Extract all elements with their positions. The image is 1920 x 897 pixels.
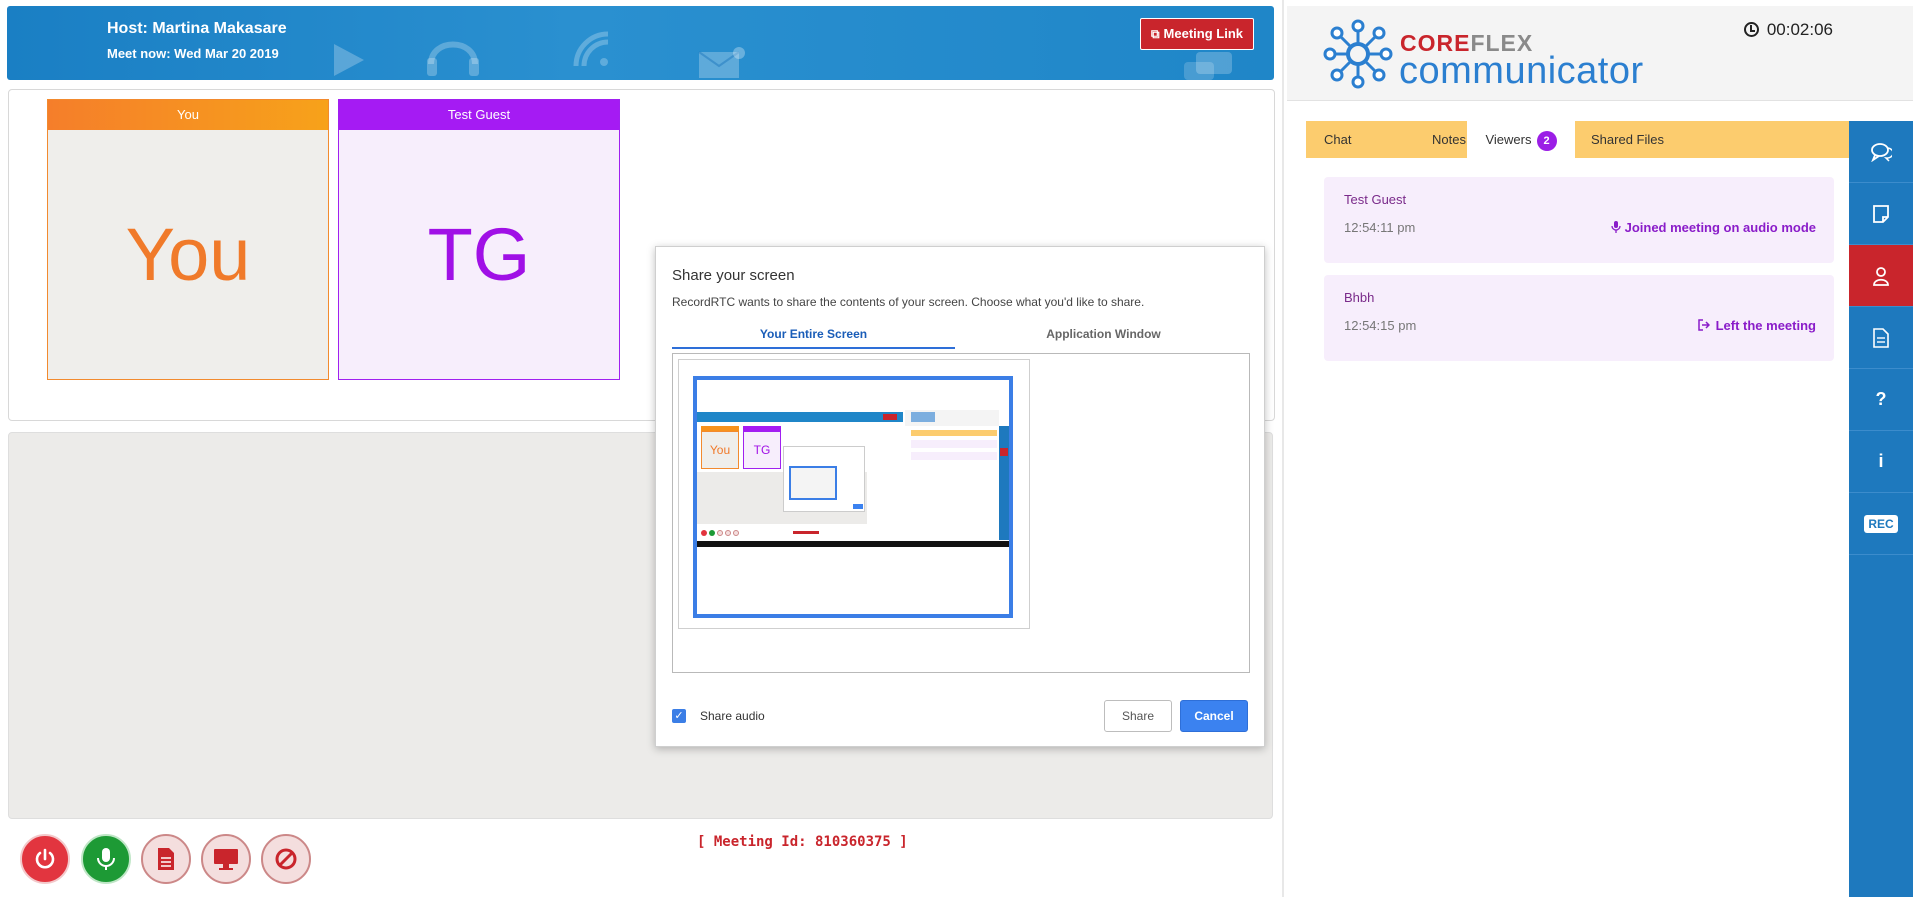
participant-initials: TG [339, 130, 619, 379]
block-icon [275, 848, 297, 870]
chat-icon [1871, 142, 1892, 162]
wifi-icon [573, 31, 609, 67]
power-icon [35, 848, 55, 869]
meeting-timer: 00:02:06 [1743, 20, 1833, 40]
share-screen-dialog: Share your screen RecordRTC wants to sha… [655, 246, 1265, 747]
mini-you-tile: You [701, 431, 739, 469]
host-name: Host: Martina Makasare [107, 20, 287, 37]
end-call-button[interactable] [20, 834, 70, 884]
tab-chat[interactable]: Chat [1324, 121, 1351, 158]
meet-now-date: Meet now: Wed Mar 20 2019 [107, 46, 279, 61]
microphone-icon [97, 848, 115, 870]
participant-tile-you[interactable]: You You [47, 99, 329, 380]
meeting-id: [ Meeting Id: 810360375 ] [697, 834, 908, 850]
participant-header: Test Guest [339, 100, 619, 130]
participant-header: You [48, 100, 328, 130]
viewer-status: Joined meeting on audio mode [1610, 220, 1816, 235]
viewer-status-text: Joined meeting on audio mode [1624, 220, 1816, 235]
tab-notes[interactable]: Notes [1432, 121, 1466, 158]
copy-icon: ⧉ [1150, 27, 1160, 41]
screen-thumbnail[interactable]: You TG [693, 376, 1013, 618]
tab-viewers[interactable]: Viewers 2 [1467, 121, 1575, 158]
sign-out-icon [1697, 319, 1710, 331]
share-audio-label: Share audio [700, 709, 765, 723]
side-nav-files[interactable] [1849, 307, 1913, 369]
cancel-button[interactable]: Cancel [1180, 700, 1248, 732]
rec-label: REC [1864, 514, 1898, 533]
user-icon [1873, 266, 1889, 286]
share-audio-checkbox[interactable]: ✓ [672, 709, 686, 723]
dialog-description: RecordRTC wants to share the contents of… [672, 295, 1145, 309]
viewer-status: Left the meeting [1697, 318, 1816, 333]
side-nav-viewers[interactable] [1849, 245, 1913, 307]
viewer-name: Bhbh [1344, 290, 1375, 305]
screen-thumbnail-card[interactable]: You TG [678, 359, 1030, 629]
monitor-icon [214, 849, 238, 870]
network-logo-icon [1323, 19, 1393, 89]
viewers-count-badge: 2 [1536, 131, 1557, 151]
participant-tile-test-guest[interactable]: Test Guest TG [338, 99, 620, 380]
tab-shared-files[interactable]: Shared Files [1591, 121, 1664, 158]
screen-share-button[interactable] [201, 834, 251, 884]
timer-value: 00:02:06 [1766, 20, 1833, 39]
microphone-icon [1610, 221, 1621, 233]
coreflex-logo: COREFLEX communicator [1323, 18, 1643, 95]
question-icon: ? [1875, 389, 1887, 409]
viewer-time: 12:54:11 pm [1344, 220, 1416, 235]
tab-application-window[interactable]: Application Window [962, 327, 1245, 349]
headset-icon [427, 41, 479, 76]
tab-viewers-label: Viewers [1485, 132, 1532, 147]
chat-bubbles-icon [1184, 52, 1232, 80]
viewer-time: 12:54:15 pm [1344, 318, 1417, 333]
dialog-title: Share your screen [672, 267, 795, 284]
meeting-link-label: Meeting Link [1163, 26, 1243, 41]
participant-initials: You [48, 130, 328, 379]
screen-preview: You TG [697, 380, 1009, 614]
envelope-icon [698, 47, 745, 78]
side-nav: ? i REC [1849, 121, 1913, 897]
note-icon [1873, 204, 1889, 223]
side-nav-chat[interactable] [1849, 121, 1913, 183]
document-button[interactable] [141, 834, 191, 884]
side-nav-help[interactable]: ? [1849, 369, 1913, 431]
brand-wordmark-product: communicator [1399, 50, 1644, 92]
tab-entire-screen[interactable]: Your Entire Screen [672, 327, 955, 349]
microphone-button[interactable] [81, 834, 131, 884]
viewer-name: Test Guest [1344, 192, 1407, 207]
share-button[interactable]: Share [1104, 700, 1172, 732]
file-icon [1873, 327, 1889, 348]
column-divider [1282, 0, 1284, 897]
side-tabs: Chat Notes Viewers 2 Shared Files [1306, 121, 1849, 158]
mini-tg-tile: TG [743, 431, 781, 469]
document-icon [158, 848, 174, 870]
screen-picker-area: You TG [672, 353, 1250, 673]
dialog-tabs: Your Entire Screen Application Window [672, 327, 1250, 349]
meeting-link-button[interactable]: ⧉ Meeting Link [1139, 18, 1254, 50]
side-nav-notes[interactable] [1849, 183, 1913, 245]
play-icon [334, 44, 364, 76]
side-nav-info[interactable]: i [1849, 431, 1913, 493]
meeting-banner: Host: Martina Makasare Meet now: Wed Mar… [7, 6, 1274, 80]
info-icon: i [1878, 451, 1884, 471]
viewer-status-text: Left the meeting [1715, 318, 1816, 333]
clock-icon [1743, 22, 1759, 37]
block-button[interactable] [261, 834, 311, 884]
side-nav-record[interactable]: REC [1849, 493, 1913, 555]
viewer-card: Test Guest 12:54:11 pm Joined meeting on… [1324, 177, 1834, 263]
brand-header: COREFLEX communicator 00:02:06 [1287, 6, 1913, 101]
viewer-card: Bhbh 12:54:15 pm Left the meeting [1324, 275, 1834, 361]
